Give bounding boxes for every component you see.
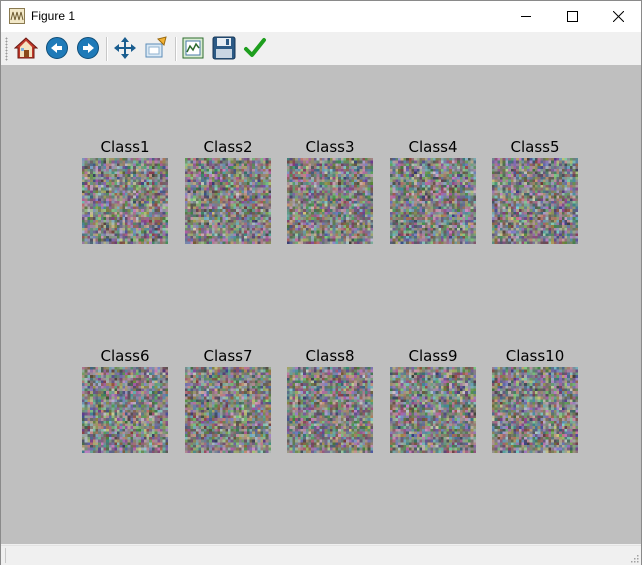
edit-button[interactable] <box>242 35 268 61</box>
class-noise-image <box>287 158 373 244</box>
save-button[interactable] <box>211 35 237 61</box>
subplot-title: Class10 <box>505 347 565 365</box>
home-icon <box>14 37 38 59</box>
status-bar <box>1 545 641 565</box>
minimize-button[interactable] <box>503 1 549 32</box>
class-noise-image <box>82 367 168 453</box>
navigation-toolbar <box>1 32 641 65</box>
pan-button[interactable] <box>112 35 138 61</box>
figure-window: Figure 1 Class1 Class2 Class3 Class4 Cla… <box>0 0 642 565</box>
class-noise-image <box>82 158 168 244</box>
zoom-button[interactable] <box>143 35 169 61</box>
floppy-disk-icon <box>212 36 236 60</box>
class-noise-image <box>492 158 578 244</box>
toolbar-grip[interactable] <box>5 37 8 61</box>
checkmark-icon <box>244 38 266 57</box>
forward-button[interactable] <box>75 35 101 61</box>
move-icon <box>114 37 136 59</box>
minimize-icon <box>520 16 531 17</box>
class-noise-image <box>185 158 271 244</box>
arrow-left-icon <box>46 37 68 59</box>
maximize-icon <box>566 11 578 22</box>
class-noise-image <box>185 367 271 453</box>
class-noise-image <box>390 367 476 453</box>
maximize-button[interactable] <box>549 1 595 32</box>
class-noise-image <box>390 158 476 244</box>
subplots-icon <box>182 37 204 59</box>
class-noise-image <box>287 367 373 453</box>
toolbar-separator <box>175 37 177 61</box>
close-button[interactable] <box>595 1 641 32</box>
close-icon <box>612 11 624 22</box>
class-noise-image <box>492 367 578 453</box>
zoom-rect-icon <box>145 36 167 58</box>
home-button[interactable] <box>13 35 39 61</box>
resize-grip-icon[interactable] <box>629 553 639 563</box>
arrow-right-icon <box>77 37 99 59</box>
window-title: Figure 1 <box>31 9 76 23</box>
status-message <box>5 548 8 563</box>
back-button[interactable] <box>44 35 70 61</box>
figure-canvas[interactable]: Class1 Class2 Class3 Class4 Class5 Class6 Clas… <box>1 65 641 544</box>
subplot-title: Class5 <box>510 138 560 156</box>
subplots-button[interactable] <box>180 35 206 61</box>
matplotlib-figure-icon <box>9 8 25 24</box>
toolbar-separator <box>106 37 108 61</box>
title-bar[interactable]: Figure 1 <box>1 1 641 32</box>
